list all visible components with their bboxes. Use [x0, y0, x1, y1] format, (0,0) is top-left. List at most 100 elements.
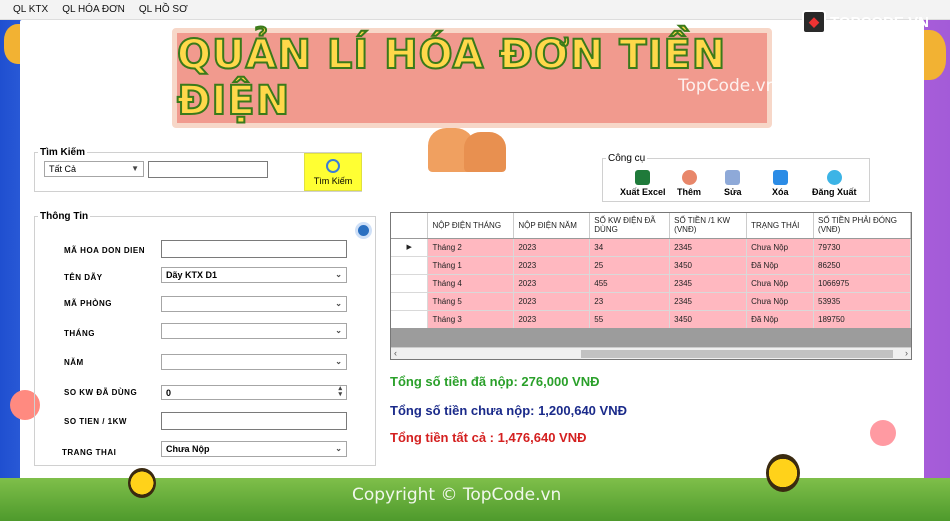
menu-ql-ho-so[interactable]: QL HỒ SƠ [132, 4, 195, 15]
table-cell[interactable]: Tháng 4 [427, 274, 515, 293]
col-header-amount-due[interactable]: SỐ TIỀN PHẢI ĐÓNG (VNĐ) [813, 213, 911, 239]
spin-arrows-icon[interactable]: ▴ ▾ [338, 385, 342, 398]
export-excel-button[interactable]: Xuất Excel [620, 170, 666, 197]
logout-button[interactable]: Đăng Xuất [812, 170, 857, 197]
scrollbar-thumb[interactable] [581, 350, 893, 358]
grid-empty-area [391, 328, 911, 347]
magnifier-icon [326, 159, 340, 173]
col-header-kw-used[interactable]: SỐ KW ĐIỆN ĐÃ DÙNG [589, 213, 671, 239]
add-button[interactable]: Thêm [677, 170, 701, 197]
row-header[interactable] [391, 256, 429, 275]
table-cell[interactable]: 455 [589, 274, 671, 293]
chevron-down-icon: ▼ [131, 164, 139, 173]
total-all-label: Tổng tiền tất cả : 1,476,640 VNĐ [390, 430, 587, 445]
add-label: Thêm [677, 187, 702, 197]
price-per-kw-input[interactable] [161, 412, 347, 430]
current-row-icon[interactable]: ▶ [391, 238, 429, 257]
table-cell[interactable]: 2345 [669, 274, 748, 293]
table-cell[interactable]: 2023 [513, 256, 591, 275]
export-excel-label: Xuất Excel [620, 187, 666, 197]
table-cell[interactable]: Tháng 5 [427, 292, 515, 311]
bell-icon [464, 132, 506, 172]
table-cell[interactable]: Đã Nộp [746, 310, 815, 329]
row-header-corner [391, 213, 429, 239]
arrow-right-icon [826, 170, 842, 185]
invoice-table: NỘP ĐIỆN THÁNG NỘP ĐIỆN NĂM SỐ KW ĐIỆN Đ… [391, 213, 911, 329]
brand-logo: ◆ TOPCODE.VN [802, 10, 929, 34]
table-cell[interactable]: Chưa Nộp [746, 292, 815, 311]
table-header-row: NỘP ĐIỆN THÁNG NỘP ĐIỆN NĂM SỐ KW ĐIỆN Đ… [391, 213, 911, 239]
room-label: MÃ PHÒNG [64, 299, 112, 308]
table-cell[interactable]: 2023 [513, 238, 591, 257]
year-label: NĂM [64, 358, 84, 367]
table-row[interactable]: Tháng 5 2023 23 2345 Chưa Nộp 53935 [391, 292, 911, 311]
menu-ql-hoa-don[interactable]: QL HÓA ĐƠN [55, 4, 132, 15]
invoice-id-input[interactable] [161, 240, 347, 258]
row-header[interactable] [391, 292, 429, 311]
chevron-down-icon: ⌄ [335, 299, 342, 308]
table-row[interactable]: Tháng 1 2023 25 3450 Đã Nộp 86250 [391, 256, 911, 275]
table-cell[interactable]: Tháng 2 [427, 238, 515, 257]
search-input[interactable] [148, 161, 268, 178]
table-cell[interactable]: 23 [589, 292, 671, 311]
excel-icon [635, 170, 651, 185]
table-cell[interactable]: Đã Nộp [746, 256, 815, 275]
table-cell[interactable]: 25 [589, 256, 671, 275]
building-select[interactable]: Dãy KTX D1 ⌄ [161, 267, 347, 283]
kw-used-value: 0 [166, 388, 172, 398]
col-header-price-per-kw[interactable]: SỐ TIỀN /1 KW (VNĐ) [669, 213, 748, 239]
table-cell[interactable]: 79730 [813, 238, 911, 257]
table-row[interactable]: ▶ Tháng 2 2023 34 2345 Chưa Nộp 79730 [391, 238, 911, 257]
table-cell[interactable]: Tháng 1 [427, 256, 515, 275]
search-filter-value: Tất Cả [49, 164, 77, 174]
table-cell[interactable]: 2023 [513, 292, 591, 311]
bee-icon [128, 468, 156, 498]
total-paid-label: Tổng số tiền đã nộp: 276,000 VNĐ [390, 374, 600, 389]
table-cell[interactable]: 1066975 [813, 274, 911, 293]
delete-button[interactable]: Xóa [772, 170, 789, 197]
table-row[interactable]: Tháng 3 2023 55 3450 Đã Nộp 189750 [391, 310, 911, 329]
kw-used-label: SO KW ĐÃ DÙNG [64, 388, 138, 397]
table-cell[interactable]: Tháng 3 [427, 310, 515, 329]
table-cell[interactable]: 53935 [813, 292, 911, 311]
status-label: TRANG THAI [62, 448, 117, 457]
refresh-icon[interactable] [355, 222, 372, 239]
chevron-down-icon: ⌄ [335, 326, 342, 335]
scroll-left-icon[interactable]: ‹ [394, 348, 397, 358]
room-select[interactable]: ⌄ [161, 296, 347, 312]
col-header-status[interactable]: TRẠNG THÁI [746, 213, 815, 239]
col-header-month[interactable]: NỘP ĐIỆN THÁNG [427, 213, 515, 239]
menu-ql-ktx[interactable]: QL KTX [6, 4, 55, 15]
table-cell[interactable]: 55 [589, 310, 671, 329]
search-filter-select[interactable]: Tất Cả ▼ [44, 161, 144, 177]
status-select[interactable]: Chưa Nộp ⌄ [161, 441, 347, 457]
trash-icon [772, 170, 788, 185]
price-per-kw-label: SO TIEN / 1KW [64, 417, 127, 426]
month-select[interactable]: ⌄ [161, 323, 347, 339]
table-cell[interactable]: 3450 [669, 310, 748, 329]
building-label: TÊN DÃY [64, 273, 103, 282]
table-cell[interactable]: 86250 [813, 256, 911, 275]
logout-label: Đăng Xuất [812, 187, 857, 197]
table-cell[interactable]: 3450 [669, 256, 748, 275]
table-cell[interactable]: 2023 [513, 274, 591, 293]
table-cell[interactable]: Chưa Nộp [746, 238, 815, 257]
table-cell[interactable]: 2345 [669, 292, 748, 311]
invoice-grid[interactable]: NỘP ĐIỆN THÁNG NỘP ĐIỆN NĂM SỐ KW ĐIỆN Đ… [390, 212, 912, 360]
pencil-icon [725, 170, 741, 185]
table-row[interactable]: Tháng 4 2023 455 2345 Chưa Nộp 1066975 [391, 274, 911, 293]
table-cell[interactable]: Chưa Nộp [746, 274, 815, 293]
table-cell[interactable]: 34 [589, 238, 671, 257]
scroll-right-icon[interactable]: › [905, 348, 908, 358]
table-cell[interactable]: 2345 [669, 238, 748, 257]
col-header-year[interactable]: NỘP ĐIỆN NĂM [513, 213, 591, 239]
horizontal-scrollbar[interactable]: ‹ › [391, 347, 911, 359]
edit-button[interactable]: Sửa [724, 170, 742, 197]
row-header[interactable] [391, 310, 429, 329]
year-select[interactable]: ⌄ [161, 354, 347, 370]
search-button[interactable]: Tìm Kiếm [304, 153, 362, 191]
table-cell[interactable]: 2023 [513, 310, 591, 329]
kw-used-stepper[interactable]: 0 ▴ ▾ [161, 385, 347, 400]
table-cell[interactable]: 189750 [813, 310, 911, 329]
row-header[interactable] [391, 274, 429, 293]
